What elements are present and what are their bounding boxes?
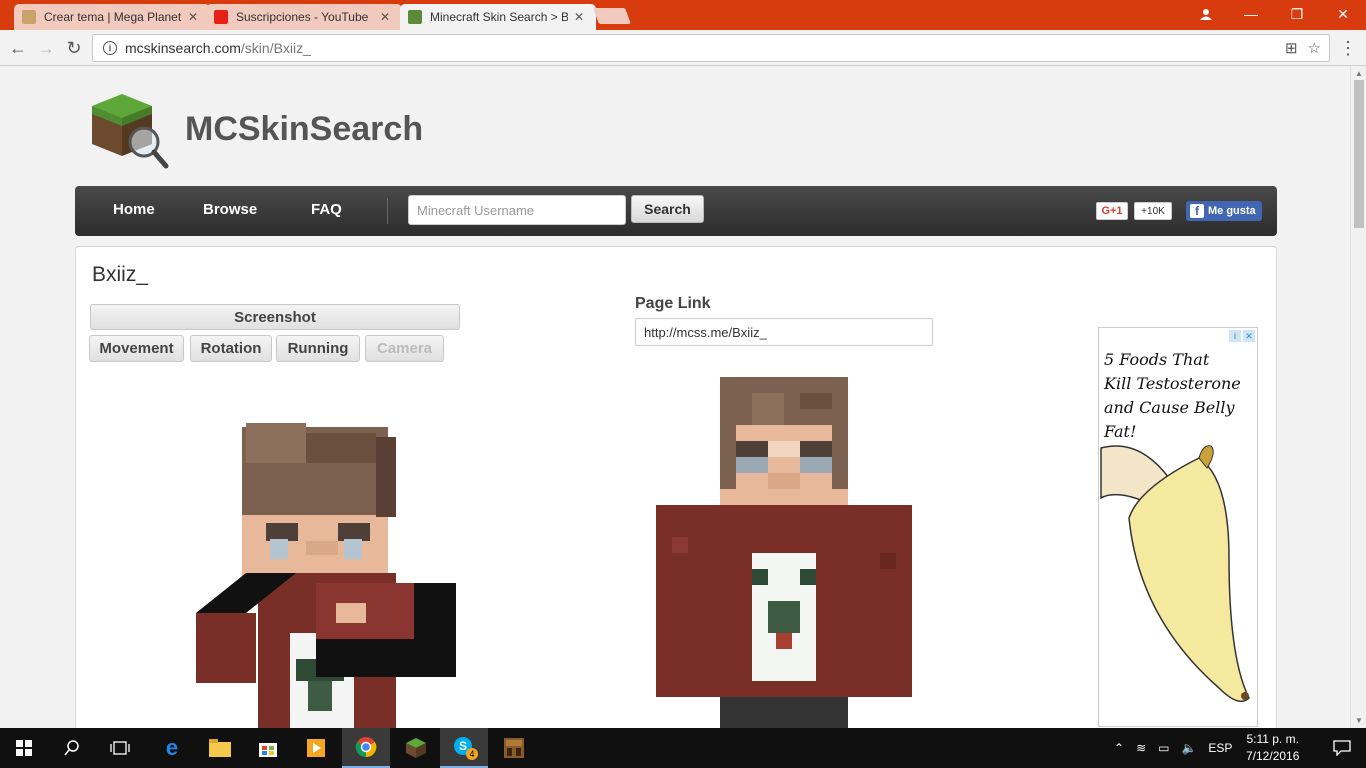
tab-minecraft-skin-search[interactable]: Minecraft Skin Search > Bx ✕ bbox=[400, 4, 596, 30]
tab-mega-planet[interactable]: Crear tema | Mega Planet ✕ bbox=[14, 4, 210, 30]
skin-3d-viewer[interactable] bbox=[186, 423, 466, 728]
translate-icon[interactable]: ⊞ bbox=[1285, 39, 1298, 57]
windows-start-icon[interactable] bbox=[0, 728, 48, 768]
nav-divider bbox=[387, 198, 388, 224]
action-center-icon[interactable] bbox=[1318, 728, 1366, 768]
ad-info-icon[interactable]: i bbox=[1229, 330, 1241, 342]
star-icon[interactable]: ☆ bbox=[1308, 39, 1321, 57]
search-button[interactable]: Search bbox=[631, 195, 704, 223]
show-hidden-icons-icon[interactable]: ⌃ bbox=[1114, 741, 1124, 755]
restore-icon[interactable]: ❐ bbox=[1274, 0, 1320, 28]
windows-taskbar: e S 4 ⌃ ≋ ▭ 🔈 ESP 5:11 p. m. 7/12/2016 bbox=[0, 728, 1366, 768]
forward-icon[interactable]: → bbox=[34, 36, 58, 60]
main-navbar: Home Browse FAQ Search G+1 +10K f Me gus… bbox=[75, 186, 1277, 236]
crafting-table-icon[interactable] bbox=[490, 728, 538, 768]
camera-button[interactable]: Camera bbox=[365, 335, 444, 362]
nav-faq[interactable]: FAQ bbox=[311, 201, 342, 218]
advertisement-banner[interactable]: i ✕ 5 Foods That Kill Testosterone and C… bbox=[1098, 327, 1258, 727]
facebook-icon: f bbox=[1190, 204, 1204, 218]
banana-ad-image-icon bbox=[1100, 445, 1250, 703]
ad-line-1: 5 Foods That bbox=[1104, 350, 1210, 369]
network-icon[interactable]: ≋ bbox=[1136, 741, 1146, 755]
taskbar-clock[interactable]: 5:11 p. m. 7/12/2016 bbox=[1246, 731, 1299, 765]
tab-title: Minecraft Skin Search > Bx bbox=[430, 10, 568, 24]
mega-planet-favicon-icon bbox=[22, 10, 36, 24]
facebook-like-button[interactable]: f Me gusta bbox=[1186, 201, 1262, 221]
minimize-icon[interactable]: — bbox=[1228, 0, 1274, 28]
nav-home[interactable]: Home bbox=[113, 201, 155, 218]
facebook-like-label: Me gusta bbox=[1208, 205, 1256, 217]
address-bar[interactable]: i mcskinsearch.com/skin/Bxiiz_ ⊞ ☆ bbox=[92, 34, 1330, 62]
skype-badge: 4 bbox=[466, 748, 478, 760]
skin-panel: Bxiiz_ Screenshot Movement Rotation Runn… bbox=[75, 246, 1277, 728]
page-link-label: Page Link bbox=[635, 295, 711, 312]
tab-title: Crear tema | Mega Planet bbox=[44, 10, 182, 24]
grass-block-magnifier-logo-icon[interactable] bbox=[86, 90, 172, 172]
reload-icon[interactable]: ↻ bbox=[62, 36, 86, 60]
player-name: Bxiiz_ bbox=[92, 263, 149, 286]
task-view-icon[interactable] bbox=[96, 728, 144, 768]
store-icon[interactable] bbox=[244, 728, 292, 768]
movement-button[interactable]: Movement bbox=[89, 335, 184, 362]
google-plus-button[interactable]: G+1 bbox=[1096, 202, 1128, 220]
tab-close-icon[interactable]: ✕ bbox=[574, 10, 584, 24]
screenshot-button[interactable]: Screenshot bbox=[90, 304, 460, 330]
browser-tab-bar: Crear tema | Mega Planet ✕ Suscripciones… bbox=[0, 0, 1366, 30]
chrome-icon[interactable] bbox=[342, 728, 390, 768]
rotation-button[interactable]: Rotation bbox=[190, 335, 272, 362]
file-explorer-icon[interactable] bbox=[196, 728, 244, 768]
back-icon[interactable]: ← bbox=[6, 36, 30, 60]
ad-close-icon[interactable]: ✕ bbox=[1243, 330, 1255, 342]
close-icon[interactable]: ✕ bbox=[1320, 0, 1366, 28]
volume-icon[interactable]: 🔈 bbox=[1181, 741, 1196, 755]
search-icon[interactable] bbox=[48, 728, 96, 768]
url-host: mcskinsearch.com bbox=[125, 40, 241, 56]
mcskinsearch-favicon-icon bbox=[408, 10, 422, 24]
web-page: MCSkinSearch Home Browse FAQ Search G+1 … bbox=[0, 66, 1350, 728]
scroll-up-icon[interactable]: ▲ bbox=[1355, 69, 1363, 78]
page-link-field[interactable] bbox=[635, 318, 933, 346]
tab-close-icon[interactable]: ✕ bbox=[188, 10, 198, 24]
username-search-input[interactable] bbox=[408, 195, 626, 225]
url-path: /skin/Bxiiz_ bbox=[240, 40, 311, 56]
battery-icon[interactable]: ▭ bbox=[1158, 741, 1169, 755]
tab-title: Suscripciones - YouTube bbox=[236, 10, 369, 24]
info-icon[interactable]: i bbox=[103, 41, 117, 55]
edge-icon[interactable]: e bbox=[148, 728, 196, 768]
site-title[interactable]: MCSkinSearch bbox=[185, 110, 423, 149]
tab-close-icon[interactable]: ✕ bbox=[380, 10, 390, 24]
scrollbar-thumb[interactable] bbox=[1354, 80, 1364, 228]
system-tray: ⌃ ≋ ▭ 🔈 ESP bbox=[1114, 728, 1232, 768]
nav-browse[interactable]: Browse bbox=[203, 201, 257, 218]
new-tab-button[interactable] bbox=[593, 8, 631, 24]
media-player-icon[interactable] bbox=[292, 728, 340, 768]
ad-line-2: Kill Testosterone bbox=[1104, 374, 1241, 393]
clock-date: 7/12/2016 bbox=[1246, 749, 1300, 763]
google-plus-count: +10K bbox=[1134, 202, 1172, 220]
language-indicator[interactable]: ESP bbox=[1208, 741, 1232, 755]
browser-toolbar: ← → ↻ i mcskinsearch.com/skin/Bxiiz_ ⊞ ☆… bbox=[0, 30, 1366, 66]
menu-icon[interactable]: ⋮ bbox=[1336, 36, 1360, 60]
page-scrollbar[interactable]: ▲ ▼ bbox=[1350, 66, 1366, 728]
running-button[interactable]: Running bbox=[276, 335, 360, 362]
minecraft-icon[interactable] bbox=[392, 728, 440, 768]
ad-line-3: and Cause Belly Fat! bbox=[1104, 398, 1235, 441]
scroll-down-icon[interactable]: ▼ bbox=[1355, 716, 1363, 725]
skype-icon[interactable]: S 4 bbox=[440, 728, 488, 768]
youtube-favicon-icon bbox=[214, 10, 228, 24]
tab-youtube[interactable]: Suscripciones - YouTube ✕ bbox=[206, 4, 402, 30]
user-icon[interactable] bbox=[1186, 0, 1226, 28]
clock-time: 5:11 p. m. bbox=[1246, 732, 1299, 746]
skin-2d-front-view bbox=[656, 377, 912, 728]
